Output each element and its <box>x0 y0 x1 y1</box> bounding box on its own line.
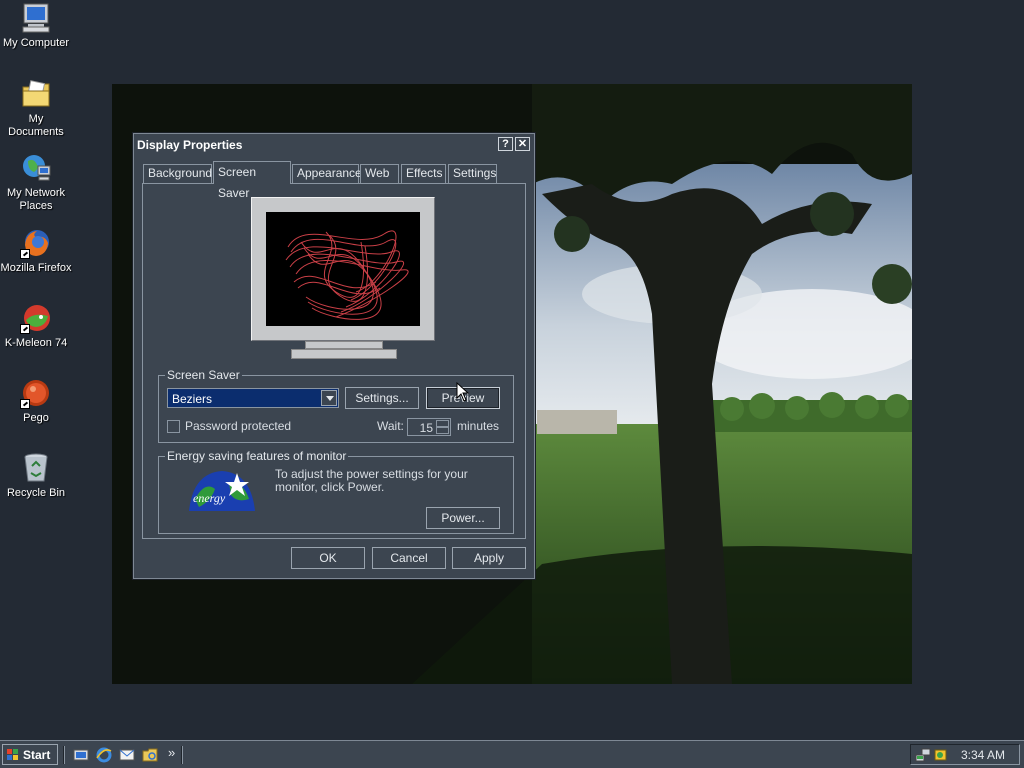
energy-description: To adjust the power settings for your mo… <box>275 467 468 494</box>
settings-button[interactable]: Settings... <box>345 387 419 409</box>
cancel-button[interactable]: Cancel <box>372 547 446 569</box>
recycle-bin-icon <box>20 452 52 484</box>
wait-label: Wait: <box>377 419 404 433</box>
system-tray: 3:34 AM <box>910 744 1020 765</box>
tab-screen-saver[interactable]: Screen Saver <box>213 161 291 200</box>
chevron-down-icon[interactable] <box>321 390 337 406</box>
title-bar[interactable]: Display Properties ? ✕ <box>134 134 534 156</box>
explorer-folder-icon[interactable] <box>142 747 158 763</box>
desktop-icon-my-computer[interactable]: My Computer <box>0 2 72 50</box>
k-meleon-icon <box>20 302 52 334</box>
desktop-icon-k-meleon[interactable]: K-Meleon 74 <box>0 302 72 350</box>
desktop-icon-pego[interactable]: Pego <box>0 377 72 425</box>
group-label: Energy saving features of monitor <box>165 449 349 463</box>
energy-star-logo: energy <box>185 469 259 513</box>
tab-web[interactable]: Web <box>360 164 399 183</box>
shortcut-arrow-icon <box>20 324 30 334</box>
desktop-icon-label: Pego <box>23 412 49 424</box>
apply-button[interactable]: Apply <box>452 547 526 569</box>
tab-background[interactable]: Background <box>143 164 212 183</box>
outlook-express-icon[interactable] <box>119 747 135 763</box>
screen-saver-panel: Screen Saver Beziers Settings... Preview… <box>142 183 526 539</box>
desktop-icon-my-documents[interactable]: My Documents <box>0 78 72 139</box>
help-button[interactable]: ? <box>498 137 513 151</box>
group-label: Screen Saver <box>165 368 242 382</box>
network-tray-icon[interactable] <box>915 747 931 763</box>
energy-group: Energy saving features of monitor energy… <box>158 449 514 534</box>
tab-settings[interactable]: Settings <box>448 164 497 183</box>
monitor-preview <box>251 197 435 367</box>
shortcut-arrow-icon <box>20 399 30 409</box>
selected-screen-saver: Beziers <box>172 392 213 406</box>
mouse-cursor-icon <box>456 381 470 402</box>
password-checkbox[interactable] <box>167 420 180 433</box>
ok-button[interactable]: OK <box>291 547 365 569</box>
wait-spinner[interactable]: 15 <box>407 418 451 436</box>
shortcut-arrow-icon <box>20 249 30 259</box>
show-desktop-icon[interactable] <box>73 747 89 763</box>
password-label: Password protected <box>185 419 292 433</box>
monitor-base <box>291 349 397 359</box>
close-button[interactable]: ✕ <box>515 137 530 151</box>
separator <box>181 746 183 764</box>
display-properties-dialog: Display Properties ? ✕ Background Screen… <box>133 133 535 579</box>
spin-down-icon[interactable] <box>436 427 449 434</box>
clock[interactable]: 3:34 AM <box>961 748 1005 762</box>
desktop-icon-label: Mozilla Firefox <box>0 262 72 274</box>
dialog-title: Display Properties <box>137 138 243 152</box>
firefox-icon <box>20 227 52 259</box>
desktop-icon-label: My Network Places <box>6 187 66 212</box>
energy-logo-text: energy <box>193 491 226 505</box>
wait-value: 15 <box>419 421 433 435</box>
start-label: Start <box>23 748 51 762</box>
monitor-case <box>251 197 435 341</box>
windows-logo-icon <box>7 749 18 760</box>
start-button[interactable]: Start <box>2 744 58 765</box>
quick-launch-overflow[interactable]: » <box>168 745 175 760</box>
volume-tray-icon[interactable] <box>933 747 949 763</box>
desktop-icon-recycle-bin[interactable]: Recycle Bin <box>0 452 72 500</box>
desktop-icon-firefox[interactable]: Mozilla Firefox <box>0 227 72 275</box>
preview-screen <box>266 212 420 326</box>
separator <box>63 746 65 764</box>
tab-appearance[interactable]: Appearance <box>292 164 362 183</box>
spin-up-icon[interactable] <box>436 420 449 427</box>
desktop-icon-label: Recycle Bin <box>6 487 66 499</box>
internet-explorer-icon[interactable] <box>96 747 112 763</box>
tab-effects[interactable]: Effects <box>401 164 446 183</box>
my-documents-icon <box>20 78 52 110</box>
screen-saver-select[interactable]: Beziers <box>167 388 339 408</box>
taskbar: Start » 3:34 AM <box>0 740 1024 768</box>
pego-icon <box>20 377 52 409</box>
desktop-icon-label: My Documents <box>8 113 64 138</box>
wait-unit: minutes <box>457 419 500 433</box>
power-button[interactable]: Power... <box>426 507 500 529</box>
desktop-icon-label: K-Meleon 74 <box>4 337 68 349</box>
my-computer-icon <box>20 2 52 34</box>
network-places-icon <box>20 152 52 184</box>
monitor-neck <box>305 341 383 349</box>
desktop-icon-network-places[interactable]: My Network Places <box>0 152 72 213</box>
desktop-icon-label: My Computer <box>2 37 70 49</box>
